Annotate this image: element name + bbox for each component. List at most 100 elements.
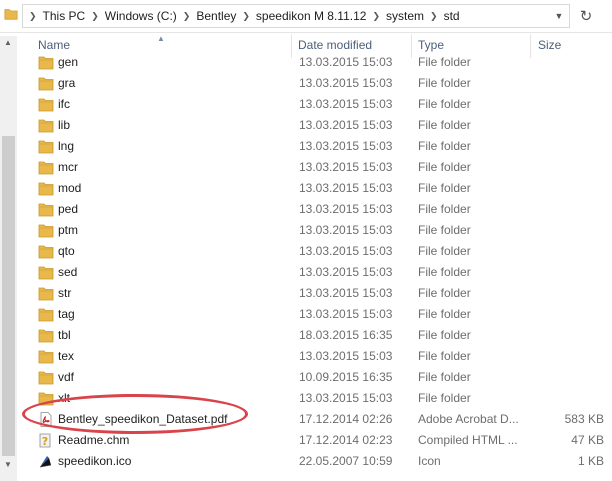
date-modified: 13.03.2015 15:03 [299,76,393,90]
file-type: File folder [418,328,471,342]
date-modified: 13.03.2015 15:03 [299,286,393,300]
vertical-scrollbar[interactable]: ▲ ▼ [0,36,17,481]
file-name: mcr [58,160,78,174]
file-name: xlt [58,391,70,405]
folder-icon [38,328,54,343]
file-type: File folder [418,118,471,132]
folder-row[interactable]: xlt 13.03.2015 15:03 File folder [18,388,612,409]
folder-row[interactable]: sed 13.03.2015 15:03 File folder [18,262,612,283]
file-name: ped [58,202,79,216]
file-type: File folder [418,265,471,279]
file-name: ifc [58,97,70,111]
file-size: 47 KB [571,433,604,447]
file-name: sed [58,265,78,279]
breadcrumb-item[interactable]: system [386,9,424,23]
date-modified: 17.12.2014 02:23 [299,433,393,447]
folder-row[interactable]: lib 13.03.2015 15:03 File folder [18,115,612,136]
file-type: File folder [418,244,471,258]
folder-icon [38,265,54,280]
folder-icon [38,307,54,322]
date-modified: 13.03.2015 15:03 [299,160,393,174]
breadcrumb-item[interactable]: speedikon M 8.11.12 [256,9,367,23]
folder-icon [38,97,54,112]
column-header-name[interactable]: Name [38,38,70,52]
folder-row[interactable]: ifc 13.03.2015 15:03 File folder [18,94,612,115]
folder-icon [38,55,54,70]
folder-icon [38,244,54,259]
date-modified: 13.03.2015 15:03 [299,307,393,321]
date-modified: 13.03.2015 15:03 [299,55,393,69]
folder-row[interactable]: lng 13.03.2015 15:03 File folder [18,136,612,157]
column-header-date[interactable]: Date modified [298,38,372,52]
folder-icon [38,223,54,238]
file-type: File folder [418,223,471,237]
file-row[interactable]: speedikon.ico 22.05.2007 10:59 Icon 1 KB [18,451,612,472]
refresh-icon[interactable]: ↻ [574,4,598,28]
file-size: 583 KB [564,412,604,426]
folder-row[interactable]: tag 13.03.2015 15:03 File folder [18,304,612,325]
chevron-right-icon[interactable]: ❯ [366,11,386,22]
file-type: File folder [418,181,471,195]
file-name: tex [58,349,75,363]
date-modified: 13.03.2015 15:03 [299,118,393,132]
date-modified: 17.12.2014 02:26 [299,412,393,426]
chevron-right-icon[interactable]: ❯ [177,11,197,22]
folder-row[interactable]: ped 13.03.2015 15:03 File folder [18,199,612,220]
file-size: 1 KB [577,454,604,468]
scroll-down-icon[interactable]: ▼ [4,460,12,469]
file-name: vdf [58,370,75,384]
folder-row[interactable]: str 13.03.2015 15:03 File folder [18,283,612,304]
folder-row[interactable]: tex 13.03.2015 15:03 File folder [18,346,612,367]
chevron-right-icon[interactable]: ❯ [85,11,105,22]
folder-icon [38,76,54,91]
folder-icon [38,160,54,175]
folder-row[interactable]: mod 13.03.2015 15:03 File folder [18,178,612,199]
folder-row[interactable]: gen 13.03.2015 15:03 File folder [18,52,612,73]
file-name: tbl [58,328,71,342]
chevron-right-icon[interactable]: ❯ [424,11,444,22]
scroll-up-icon[interactable]: ▲ [4,38,12,47]
folder-row[interactable]: vdf 10.09.2015 16:35 File folder [18,367,612,388]
file-name: gen [58,55,79,69]
file-name: lib [58,118,71,132]
file-type: File folder [418,349,471,363]
breadcrumb-item[interactable]: This PC [43,9,86,23]
folder-icon [38,370,54,385]
breadcrumb-item[interactable]: Bentley [196,9,236,23]
file-name: str [58,286,72,300]
file-type: File folder [418,286,471,300]
address-bar[interactable]: ❯ This PC ❯ Windows (C:) ❯ Bentley ❯ spe… [22,4,570,28]
sort-ascending-icon: ▲ [157,34,165,43]
folder-icon [38,139,54,154]
breadcrumb-item[interactable]: Windows (C:) [105,9,177,23]
pdf-icon [38,412,54,427]
breadcrumb: ❯ This PC ❯ Windows (C:) ❯ Bentley ❯ spe… [23,5,460,27]
folder-row[interactable]: gra 13.03.2015 15:03 File folder [18,73,612,94]
folder-row[interactable]: mcr 13.03.2015 15:03 File folder [18,157,612,178]
chevron-down-icon[interactable]: ▼ [549,5,569,27]
column-header-size[interactable]: Size [538,38,561,52]
chevron-right-icon[interactable]: ❯ [236,11,256,22]
breadcrumb-item[interactable]: std [444,9,460,23]
scrollbar-thumb[interactable] [2,136,15,456]
file-type: File folder [418,160,471,174]
date-modified: 13.03.2015 15:03 [299,391,393,405]
file-type: Icon [418,454,441,468]
folder-row[interactable]: ptm 13.03.2015 15:03 File folder [18,220,612,241]
folder-row[interactable]: qto 13.03.2015 15:03 File folder [18,241,612,262]
date-modified: 13.03.2015 15:03 [299,223,393,237]
date-modified: 13.03.2015 15:03 [299,349,393,363]
file-row[interactable]: ? Readme.chm 17.12.2014 02:23 Compiled HTML… [18,430,612,451]
file-name: gra [58,76,76,90]
folder-row[interactable]: tbl 18.03.2015 16:35 File folder [18,325,612,346]
chevron-right-icon[interactable]: ❯ [23,11,43,22]
file-type: Adobe Acrobat D... [418,412,519,426]
file-row[interactable]: Bentley_speedikon_Dataset.pdf 17.12.2014 … [18,409,612,430]
help-file-icon: ? [38,433,54,448]
svg-text:?: ? [42,435,48,448]
file-type: File folder [418,97,471,111]
date-modified: 10.09.2015 16:35 [299,370,393,384]
file-name: mod [58,181,82,195]
date-modified: 13.03.2015 15:03 [299,265,393,279]
column-header-type[interactable]: Type [418,38,444,52]
